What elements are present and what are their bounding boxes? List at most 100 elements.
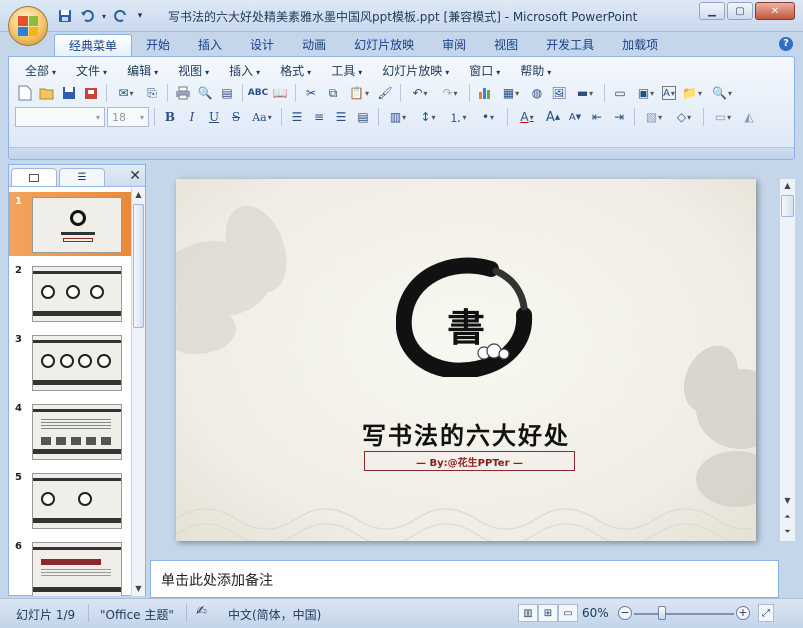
- tab-0[interactable]: 经典菜单: [54, 34, 133, 56]
- maximize-button[interactable]: ▢: [727, 2, 753, 20]
- quick-styles-icon[interactable]: ▭: [709, 107, 737, 127]
- font-color-icon[interactable]: A: [513, 107, 541, 127]
- spelling-icon[interactable]: ABC: [248, 83, 268, 103]
- tab-1[interactable]: 开始: [132, 34, 184, 56]
- undo-toolbar-icon[interactable]: ↶: [406, 83, 434, 103]
- font-size-combo[interactable]: 18 ▾: [107, 107, 149, 127]
- zoom-slider-knob[interactable]: [657, 606, 666, 620]
- paste-icon[interactable]: 📋: [345, 83, 373, 103]
- increase-indent-icon[interactable]: ⇥: [609, 107, 629, 127]
- permission-icon[interactable]: [81, 83, 101, 103]
- new-icon[interactable]: [15, 83, 35, 103]
- menu-item-6[interactable]: 工具 ▾: [321, 61, 372, 81]
- help-icon[interactable]: ?: [779, 37, 793, 51]
- menu-item-0[interactable]: 全部 ▾: [15, 61, 66, 81]
- thumbnails-scrollbar[interactable]: ▲ ▼: [131, 188, 145, 596]
- slideshow-view-icon[interactable]: ▭: [558, 604, 578, 622]
- research-icon[interactable]: 📖: [270, 83, 290, 103]
- undo-dropdown-icon[interactable]: ▾: [100, 7, 108, 25]
- send-icon[interactable]: ✉: [112, 83, 140, 103]
- fit-to-window-icon[interactable]: ⤢: [758, 604, 774, 622]
- insert-clipart-icon[interactable]: ◍: [527, 83, 547, 103]
- color-grayscale-icon[interactable]: ▬: [571, 83, 599, 103]
- slide-thumbnail[interactable]: [32, 542, 122, 596]
- fill-icon[interactable]: ◭: [739, 107, 759, 127]
- tab-2[interactable]: 插入: [184, 34, 236, 56]
- tab-outline[interactable]: ☰: [59, 168, 105, 186]
- italic-icon[interactable]: I: [182, 107, 202, 127]
- editor-scroll-down-icon[interactable]: ▼: [780, 494, 795, 508]
- slide-thumbnail-row[interactable]: 5: [9, 468, 131, 532]
- slide-sorter-icon[interactable]: ⊞: [538, 604, 558, 622]
- shrink-font-icon[interactable]: A ▼: [565, 107, 585, 127]
- zoom-in-icon[interactable]: +: [736, 606, 750, 620]
- menu-item-9[interactable]: 帮助 ▾: [510, 61, 561, 81]
- menu-item-2[interactable]: 编辑 ▾: [117, 61, 168, 81]
- minimize-button[interactable]: ▁: [699, 2, 725, 20]
- tab-4[interactable]: 动画: [288, 34, 340, 56]
- insert-picture-icon[interactable]: 🖼: [549, 83, 569, 103]
- slide-thumbnail-row[interactable]: 4: [9, 399, 131, 463]
- menu-item-1[interactable]: 文件 ▾: [66, 61, 117, 81]
- theme-name[interactable]: "Office 主题": [100, 606, 174, 623]
- font-name-combo[interactable]: ▾: [15, 107, 105, 127]
- notes-pane[interactable]: 单击此处添加备注: [150, 560, 779, 598]
- subtitle-box[interactable]: — By:@花生PPTer —: [364, 451, 575, 471]
- scroll-down-icon[interactable]: ▼: [132, 582, 145, 596]
- align-left-icon[interactable]: ☰: [287, 107, 307, 127]
- copy-icon[interactable]: ⧉: [323, 83, 343, 103]
- tab-6[interactable]: 审阅: [428, 34, 480, 56]
- folder-icon[interactable]: 📁: [678, 83, 706, 103]
- current-slide[interactable]: 書 写书法的六大好处 — By:@花生PPTer —: [176, 179, 756, 541]
- tab-7[interactable]: 视图: [480, 34, 532, 56]
- bold-icon[interactable]: B: [160, 107, 180, 127]
- format-painter-icon[interactable]: 🖌: [375, 83, 395, 103]
- change-case-icon[interactable]: Aa: [248, 107, 276, 127]
- save-toolbar-icon[interactable]: [59, 83, 79, 103]
- zoom-level[interactable]: 60%: [582, 606, 609, 620]
- tab-9[interactable]: 加载项: [608, 34, 672, 56]
- redo-icon[interactable]: [112, 7, 130, 25]
- slide-thumbnail-row[interactable]: 6: [9, 537, 131, 596]
- language-indicator[interactable]: 中文(简体，中国): [228, 606, 321, 623]
- numbering-icon[interactable]: ⒈: [444, 107, 472, 127]
- tab-3[interactable]: 设计: [236, 34, 288, 56]
- previous-slide-icon[interactable]: ⏶: [780, 510, 795, 524]
- cut-icon[interactable]: ✂: [301, 83, 321, 103]
- scroll-thumb[interactable]: [133, 204, 144, 328]
- slide-thumbnail-row[interactable]: 1: [9, 192, 131, 256]
- close-button[interactable]: ✕: [755, 2, 795, 20]
- menu-item-5[interactable]: 格式 ▾: [270, 61, 321, 81]
- print-preview-icon[interactable]: 🔍: [195, 83, 215, 103]
- close-pane-icon[interactable]: ✕: [129, 168, 141, 184]
- editor-scroll-up-icon[interactable]: ▲: [780, 179, 795, 193]
- bullets-icon[interactable]: •: [474, 107, 502, 127]
- menu-item-3[interactable]: 视图 ▾: [168, 61, 219, 81]
- menu-item-8[interactable]: 窗口 ▾: [459, 61, 510, 81]
- columns-icon[interactable]: ▥: [384, 107, 412, 127]
- slide-thumbnail[interactable]: [32, 266, 122, 322]
- next-slide-icon[interactable]: ⏷: [780, 525, 795, 539]
- align-center-icon[interactable]: ≡: [309, 107, 329, 127]
- justify-icon[interactable]: ▤: [353, 107, 373, 127]
- zoom-out-icon[interactable]: −: [618, 606, 632, 620]
- new-slide-icon[interactable]: ▭: [610, 83, 630, 103]
- slide-thumbnail[interactable]: [32, 197, 122, 253]
- shapes-icon[interactable]: ◇: [670, 107, 698, 127]
- editor-scrollbar[interactable]: ▲ ▼ ⏶ ⏷: [779, 179, 795, 541]
- spell-check-icon[interactable]: ✍: [196, 604, 207, 619]
- arrange-icon[interactable]: ▧: [640, 107, 668, 127]
- office-button[interactable]: [8, 6, 48, 46]
- zoom-slider[interactable]: [634, 613, 734, 615]
- menu-item-4[interactable]: 插入 ▾: [219, 61, 270, 81]
- menu-item-7[interactable]: 幻灯片放映 ▾: [372, 61, 459, 81]
- layout-icon[interactable]: ▣: [632, 83, 660, 103]
- slide-thumbnail[interactable]: [32, 473, 122, 529]
- textbox-icon[interactable]: A: [662, 86, 676, 100]
- tab-5[interactable]: 幻灯片放映: [340, 34, 428, 56]
- outline-view-icon[interactable]: ▤: [217, 83, 237, 103]
- grow-font-icon[interactable]: A ▲: [543, 107, 563, 127]
- strikethrough-icon[interactable]: S: [226, 107, 246, 127]
- slide-thumbnail[interactable]: [32, 404, 122, 460]
- decrease-indent-icon[interactable]: ⇤: [587, 107, 607, 127]
